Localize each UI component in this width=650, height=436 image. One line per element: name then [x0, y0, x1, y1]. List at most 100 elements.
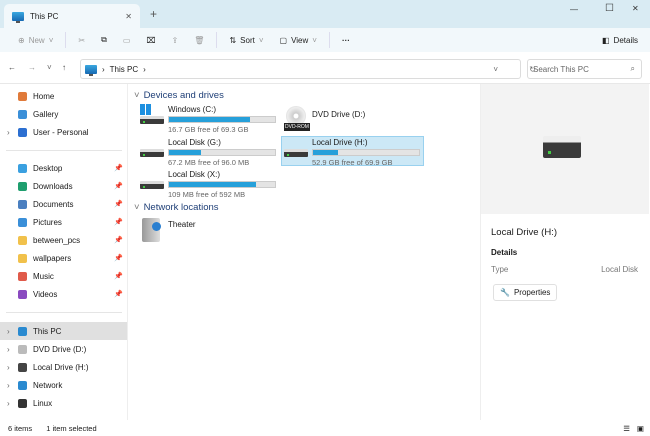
- folder-icon: [18, 380, 27, 390]
- up-button[interactable]: ↑: [62, 63, 66, 72]
- pin-icon: 📌: [114, 219, 123, 226]
- divider: [6, 312, 122, 313]
- sidebar-item-downloads[interactable]: Downloads 📌: [0, 177, 127, 195]
- group-title: Network locations: [143, 202, 219, 213]
- sidebar-item-this-pc[interactable]: › This PC: [0, 322, 127, 340]
- sidebar-item-local-drive-h-[interactable]: › Local Drive (H:): [0, 358, 127, 376]
- sidebar-item-dvd-drive-d-[interactable]: › DVD Drive (D:): [0, 340, 127, 358]
- trash-icon: 🗑: [194, 35, 205, 45]
- drive-d[interactable]: DVD-ROM DVD Drive (D:): [282, 104, 422, 134]
- folder-icon: [18, 271, 27, 281]
- drive-name: DVD Drive (D:): [312, 110, 366, 119]
- chevron-right-icon[interactable]: ›: [7, 128, 10, 137]
- folder-icon: [18, 235, 27, 245]
- file-view: ˅ Devices and drives Windows (C:) 16.7 GB…: [130, 84, 478, 420]
- sidebar-item-home[interactable]: Home: [0, 87, 127, 105]
- command-bar: ⊕ New ˅ ✂ ⧉ ▭ ⌧ ⇪ 🗑 ⇅ Sort ˅ ▢ View ˅ ··· ◧ Det…: [0, 28, 650, 52]
- chevron-down-icon: ˅: [134, 90, 140, 101]
- devices-group-header[interactable]: ˅ Devices and drives: [134, 90, 224, 101]
- chevron-right-icon[interactable]: ›: [7, 327, 10, 336]
- rename-button[interactable]: ⌧: [138, 30, 163, 50]
- tiles-view-button[interactable]: ▣: [637, 424, 644, 433]
- close-button[interactable]: ✕: [632, 4, 639, 13]
- status-bar: 6 items 1 item selected ☰ ▣: [0, 420, 650, 436]
- properties-button[interactable]: 🔧 Properties: [493, 284, 558, 301]
- folder-icon: [18, 362, 27, 372]
- sidebar-item-between-pcs[interactable]: between_pcs 📌: [0, 231, 127, 249]
- hard-drive-icon: [543, 136, 581, 158]
- forward-button[interactable]: →: [28, 63, 36, 72]
- paste-button[interactable]: ▭: [115, 30, 139, 50]
- new-tab-button[interactable]: +: [150, 7, 157, 21]
- new-button[interactable]: ⊕ New ˅: [10, 30, 61, 50]
- cut-button[interactable]: ✂: [70, 30, 93, 50]
- sort-button[interactable]: ⇅ Sort ˅: [221, 30, 271, 50]
- free-space: 52.9 GB free of 69.9 GB: [312, 158, 393, 167]
- network-group-header[interactable]: ˅ Network locations: [134, 202, 219, 213]
- navigation-pane: Home Gallery › User - Personal Desktop 📌 Downl…: [0, 84, 128, 420]
- drive-g[interactable]: Local Disk (G:) 67.2 MB free of 96.0 MB: [138, 137, 278, 167]
- drive-c[interactable]: Windows (C:) 16.7 GB free of 69.3 GB: [138, 104, 278, 134]
- details-label: Details: [613, 35, 638, 45]
- this-pc-icon: [12, 11, 24, 23]
- drive-x[interactable]: Local Disk (X:) 109 MB free of 592 MB: [138, 169, 278, 199]
- breadcrumb-this-pc[interactable]: This PC: [110, 65, 138, 74]
- drive-name: Local Disk (G:): [168, 138, 221, 147]
- tab-this-pc[interactable]: This PC ✕: [4, 4, 140, 28]
- sidebar-item-label: Home: [33, 91, 55, 101]
- plus-circle-icon: ⊕: [18, 35, 25, 45]
- this-pc-icon: [85, 64, 97, 76]
- sidebar-item-pictures[interactable]: Pictures 📌: [0, 213, 127, 231]
- hard-drive-icon: [140, 149, 164, 157]
- breadcrumb-separator: ›: [102, 64, 105, 74]
- sidebar-item-linux[interactable]: › Linux: [0, 394, 127, 412]
- network-location-theater[interactable]: Theater: [138, 216, 278, 246]
- title-bar: This PC ✕ + — ☐ ✕: [0, 0, 650, 28]
- minimize-button[interactable]: —: [570, 5, 578, 14]
- close-tab-icon[interactable]: ✕: [125, 12, 132, 21]
- delete-button[interactable]: 🗑: [186, 30, 212, 50]
- folder-icon: [18, 163, 27, 173]
- folder-icon: [18, 398, 27, 408]
- search-icon: ⌕: [630, 64, 635, 73]
- sidebar-item-user-personal[interactable]: › User - Personal: [0, 123, 127, 141]
- search-input[interactable]: Search This PC ⌕: [527, 59, 642, 79]
- sidebar-item-gallery[interactable]: Gallery: [0, 105, 127, 123]
- details-view-button[interactable]: ☰: [623, 424, 630, 433]
- selection-count: 1 item selected: [46, 423, 97, 433]
- sidebar-item-desktop[interactable]: Desktop 📌: [0, 159, 127, 177]
- share-icon: ⇪: [171, 35, 179, 45]
- chevron-down-icon: ˅: [312, 35, 317, 45]
- sidebar-item-label: Pictures: [33, 217, 62, 227]
- sidebar-item-music[interactable]: Music 📌: [0, 267, 127, 285]
- maximize-button[interactable]: ☐: [605, 3, 614, 14]
- pin-icon: 📌: [114, 183, 123, 190]
- sidebar-item-documents[interactable]: Documents 📌: [0, 195, 127, 213]
- chevron-down-icon: ˅: [258, 35, 264, 45]
- view-button[interactable]: ▢ View ˅: [272, 30, 325, 50]
- drive-h[interactable]: Local Drive (H:) 52.9 GB free of 69.9 GB: [281, 136, 424, 167]
- chevron-right-icon[interactable]: ›: [7, 399, 10, 408]
- more-button[interactable]: ···: [334, 30, 358, 50]
- back-button[interactable]: ←: [8, 63, 16, 72]
- share-button[interactable]: ⇪: [164, 30, 187, 50]
- address-bar[interactable]: › This PC › ˅ ↻: [80, 59, 536, 79]
- sidebar-item-label: between_pcs: [33, 235, 81, 245]
- breadcrumb-separator[interactable]: ›: [143, 65, 146, 74]
- copy-button[interactable]: ⧉: [93, 30, 115, 50]
- chevron-right-icon[interactable]: ›: [7, 363, 10, 372]
- folder-icon: [18, 109, 27, 119]
- chevron-right-icon[interactable]: ›: [7, 381, 10, 390]
- chevron-right-icon[interactable]: ›: [7, 345, 10, 354]
- sidebar-item-label: This PC: [33, 326, 62, 336]
- details-title: Local Drive (H:): [491, 227, 557, 238]
- details-pane-button[interactable]: ◧ Details: [594, 30, 646, 50]
- sidebar-item-network[interactable]: › Network: [0, 376, 127, 394]
- folder-icon: [18, 91, 27, 101]
- divider: [6, 150, 122, 151]
- sidebar-item-wallpapers[interactable]: wallpapers 📌: [0, 249, 127, 267]
- sidebar-item-videos[interactable]: Videos 📌: [0, 285, 127, 303]
- address-dropdown-icon[interactable]: ˅: [493, 65, 498, 74]
- properties-label: Properties: [513, 288, 551, 297]
- recent-locations-button[interactable]: ˅: [47, 63, 52, 72]
